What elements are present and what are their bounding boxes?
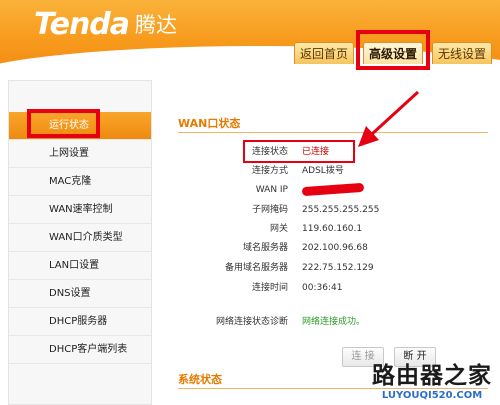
sidebar-item-wan-medium-type[interactable]: WAN口介质类型 [9,224,151,252]
row-connection-type: 连接方式 ADSL拨号 [166,162,500,181]
sidebar-item-dns-settings[interactable]: DNS设置 [9,280,151,308]
label-dns-primary: 域名服务器 [242,243,288,253]
label-gateway: 网关 [269,224,288,234]
tab-wireless-settings[interactable]: 无线设置 [432,42,492,64]
sidebar-item-dhcp-client-list[interactable]: DHCP客户端列表 [9,336,151,364]
logo-text-cn: 腾达 [135,13,178,37]
row-dns-primary: 域名服务器 202.100.96.68 [166,239,500,258]
header-wave [0,46,500,75]
wan-status-title: WAN口状态 [178,117,241,130]
label-dns-secondary: 备用域名服务器 [224,263,288,273]
value-dns-secondary: 222.75.152.129 [302,263,374,273]
label-connection-status: 连接状态 [251,147,288,157]
value-gateway: 119.60.160.1 [302,224,363,234]
section-divider [178,132,488,133]
row-wan-ip: WAN IP [166,181,500,200]
label-connection-time: 连接时间 [251,283,288,293]
value-connection-status: 已连接 [302,147,330,157]
value-connection-time: 00:36:41 [302,283,343,293]
sidebar-item-dhcp-server[interactable]: DHCP服务器 [9,308,151,336]
header-banner: Tenda 腾达 [0,0,500,75]
label-network-diagnosis: 网络连接状态诊断 [215,317,288,327]
value-dns-primary: 202.100.96.68 [302,243,368,253]
logo-text-en: Tenda [34,7,130,42]
label-connection-type: 连接方式 [251,166,288,176]
tab-home[interactable]: 返回首页 [294,42,354,64]
label-wan-ip: WAN IP [255,185,288,195]
tenda-logo: Tenda 腾达 [34,6,177,42]
system-status-title: 系统状态 [178,373,222,386]
row-dns-secondary: 备用域名服务器 222.75.152.129 [166,259,500,278]
label-subnet-mask: 子网掩码 [251,205,288,215]
row-connection-status: 连接状态 已连接 [166,143,500,162]
row-gateway: 网关 119.60.160.1 [166,220,500,239]
site-watermark: 路由器之家 LUYOUQI520.COM [372,356,492,401]
value-connection-type: ADSL拨号 [302,166,344,176]
sidebar-item-run-status[interactable]: 运行状态 [9,112,151,140]
row-subnet-mask: 子网掩码 255.255.255.255 [166,201,500,220]
watermark-url: LUYOUQI520.COM [381,390,483,401]
sidebar-item-lan-settings[interactable]: LAN口设置 [9,252,151,280]
sidebar-item-internet-settings[interactable]: 上网设置 [9,140,151,168]
value-subnet-mask: 255.255.255.255 [302,205,380,215]
value-wan-ip-redacted [301,181,365,200]
sidebar-item-wan-rate-control[interactable]: WAN速率控制 [9,196,151,224]
tab-advanced-settings[interactable]: 高级设置 [363,42,423,64]
sidebar-item-mac-clone[interactable]: MAC克隆 [9,168,151,196]
value-network-diagnosis: 网络连接成功。 [302,317,366,327]
row-network-diagnosis: 网络连接状态诊断 网络连接成功。 [166,313,500,332]
watermark-text: 路由器之家 [372,363,492,389]
sidebar: 运行状态 上网设置 MAC克隆 WAN速率控制 WAN口介质类型 LAN口设置 … [8,80,152,405]
row-connection-time: 连接时间 00:36:41 [166,279,500,298]
redaction-mark [301,182,365,197]
